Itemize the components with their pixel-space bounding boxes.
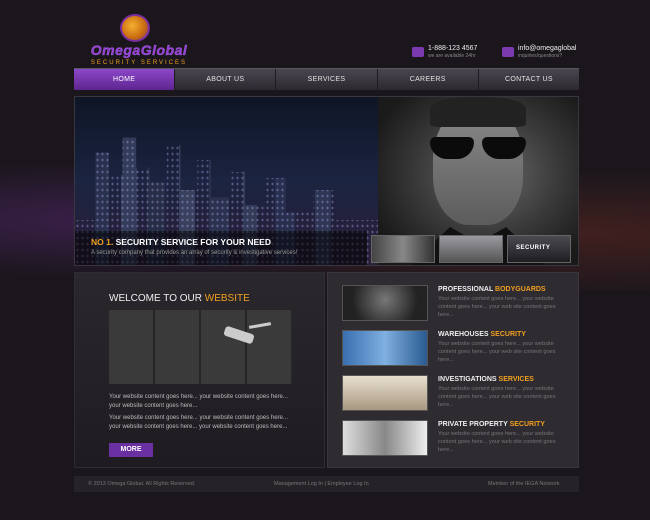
hero-thumb-2[interactable] (439, 235, 503, 263)
service-item-warehouses[interactable]: WAREHOUSES SECURITY Your website content… (342, 330, 572, 368)
service-title[interactable]: INVESTIGATIONS SERVICES (438, 376, 534, 383)
warehouse-monitor-image (342, 330, 428, 366)
hero-banner: NO 1. SECURITY SERVICE FOR YOUR NEED A s… (74, 96, 579, 266)
service-text: Your website content goes here... your w… (438, 296, 556, 318)
more-button[interactable]: MORE (109, 443, 153, 457)
service-title[interactable]: PRIVATE PROPERTY SECURITY (438, 421, 545, 428)
service-item-private-property[interactable]: PRIVATE PROPERTY SECURITY Your website c… (342, 420, 572, 458)
logo[interactable]: OmegaGlobal SECURITY SERVICES (74, 14, 204, 66)
nav-item-home[interactable]: HOME (74, 69, 176, 90)
main-nav: HOME ABOUT US SERVICES CAREERS CONTACT U… (74, 68, 579, 90)
globe-icon (120, 14, 150, 42)
email-subtext: inquiries/questions? (518, 53, 563, 59)
brand-name: OmegaGlobal (90, 42, 188, 58)
hero-title-text: SECURITY SERVICE FOR YOUR NEED (113, 237, 271, 247)
bodyguard-image (342, 285, 428, 321)
agent-hair (430, 97, 526, 127)
member-note: Member of the IEGA Network (488, 481, 560, 487)
investigation-image (342, 375, 428, 411)
login-links[interactable]: Management Log In | Employee Log In (274, 476, 369, 492)
security-camera-image (109, 310, 293, 384)
hero-title: NO 1. SECURITY SERVICE FOR YOUR NEED (91, 237, 367, 247)
email-address[interactable]: info@omegaglobal (518, 45, 576, 52)
phone-contact: 1-888-123 4567 we are available 24hr (428, 45, 477, 59)
phone-availability: we are available 24hr (428, 53, 476, 59)
hero-thumb-security-label: SECURITY (516, 245, 551, 251)
nav-item-contact-us[interactable]: CONTACT US (479, 69, 579, 90)
email-contact[interactable]: info@omegaglobal inquiries/questions? (518, 45, 576, 59)
services-panel: PROFESSIONAL BODYGUARDS Your website con… (327, 272, 579, 468)
hero-caption: NO 1. SECURITY SERVICE FOR YOUR NEED A s… (75, 231, 367, 265)
welcome-paragraph-1: Your website content goes here... your w… (109, 394, 288, 409)
service-title[interactable]: WAREHOUSES SECURITY (438, 331, 526, 338)
hero-thumb-1[interactable] (371, 235, 435, 263)
brand-tagline: SECURITY SERVICES (90, 60, 188, 66)
service-item-investigations[interactable]: INVESTIGATIONS SERVICES Your website con… (342, 375, 572, 413)
copyright: © 2013 Omega Global. All Rights Reserved… (88, 481, 196, 487)
service-text: Your website content goes here... your w… (438, 341, 556, 363)
phone-icon (412, 47, 424, 57)
nav-item-services[interactable]: SERVICES (276, 69, 378, 90)
nav-item-careers[interactable]: CAREERS (378, 69, 479, 90)
hero-thumb-3[interactable]: SECURITY (507, 235, 571, 263)
mail-icon (502, 47, 514, 57)
footer: © 2013 Omega Global. All Rights Reserved… (74, 476, 579, 492)
private-property-image (342, 420, 428, 456)
service-text: Your website content goes here... your w… (438, 431, 556, 453)
service-title[interactable]: PROFESSIONAL BODYGUARDS (438, 286, 546, 293)
sunglasses-image (428, 137, 528, 161)
service-item-bodyguards[interactable]: PROFESSIONAL BODYGUARDS Your website con… (342, 285, 572, 323)
hero-thumbnails: SECURITY (371, 235, 571, 263)
welcome-title: WELCOME TO OUR WEBSITE (109, 293, 250, 304)
welcome-title-highlight: WEBSITE (204, 293, 250, 304)
hero-description: A security company that provides an arra… (91, 250, 298, 256)
service-text: Your website content goes here... your w… (438, 386, 556, 408)
hero-title-highlight: NO 1. (91, 237, 114, 247)
nav-item-about-us[interactable]: ABOUT US (175, 69, 277, 90)
welcome-paragraph-2: Your website content goes here... your w… (109, 415, 288, 430)
welcome-panel: WELCOME TO OUR WEBSITE Your website cont… (74, 272, 325, 468)
phone-number: 1-888-123 4567 (428, 45, 478, 52)
